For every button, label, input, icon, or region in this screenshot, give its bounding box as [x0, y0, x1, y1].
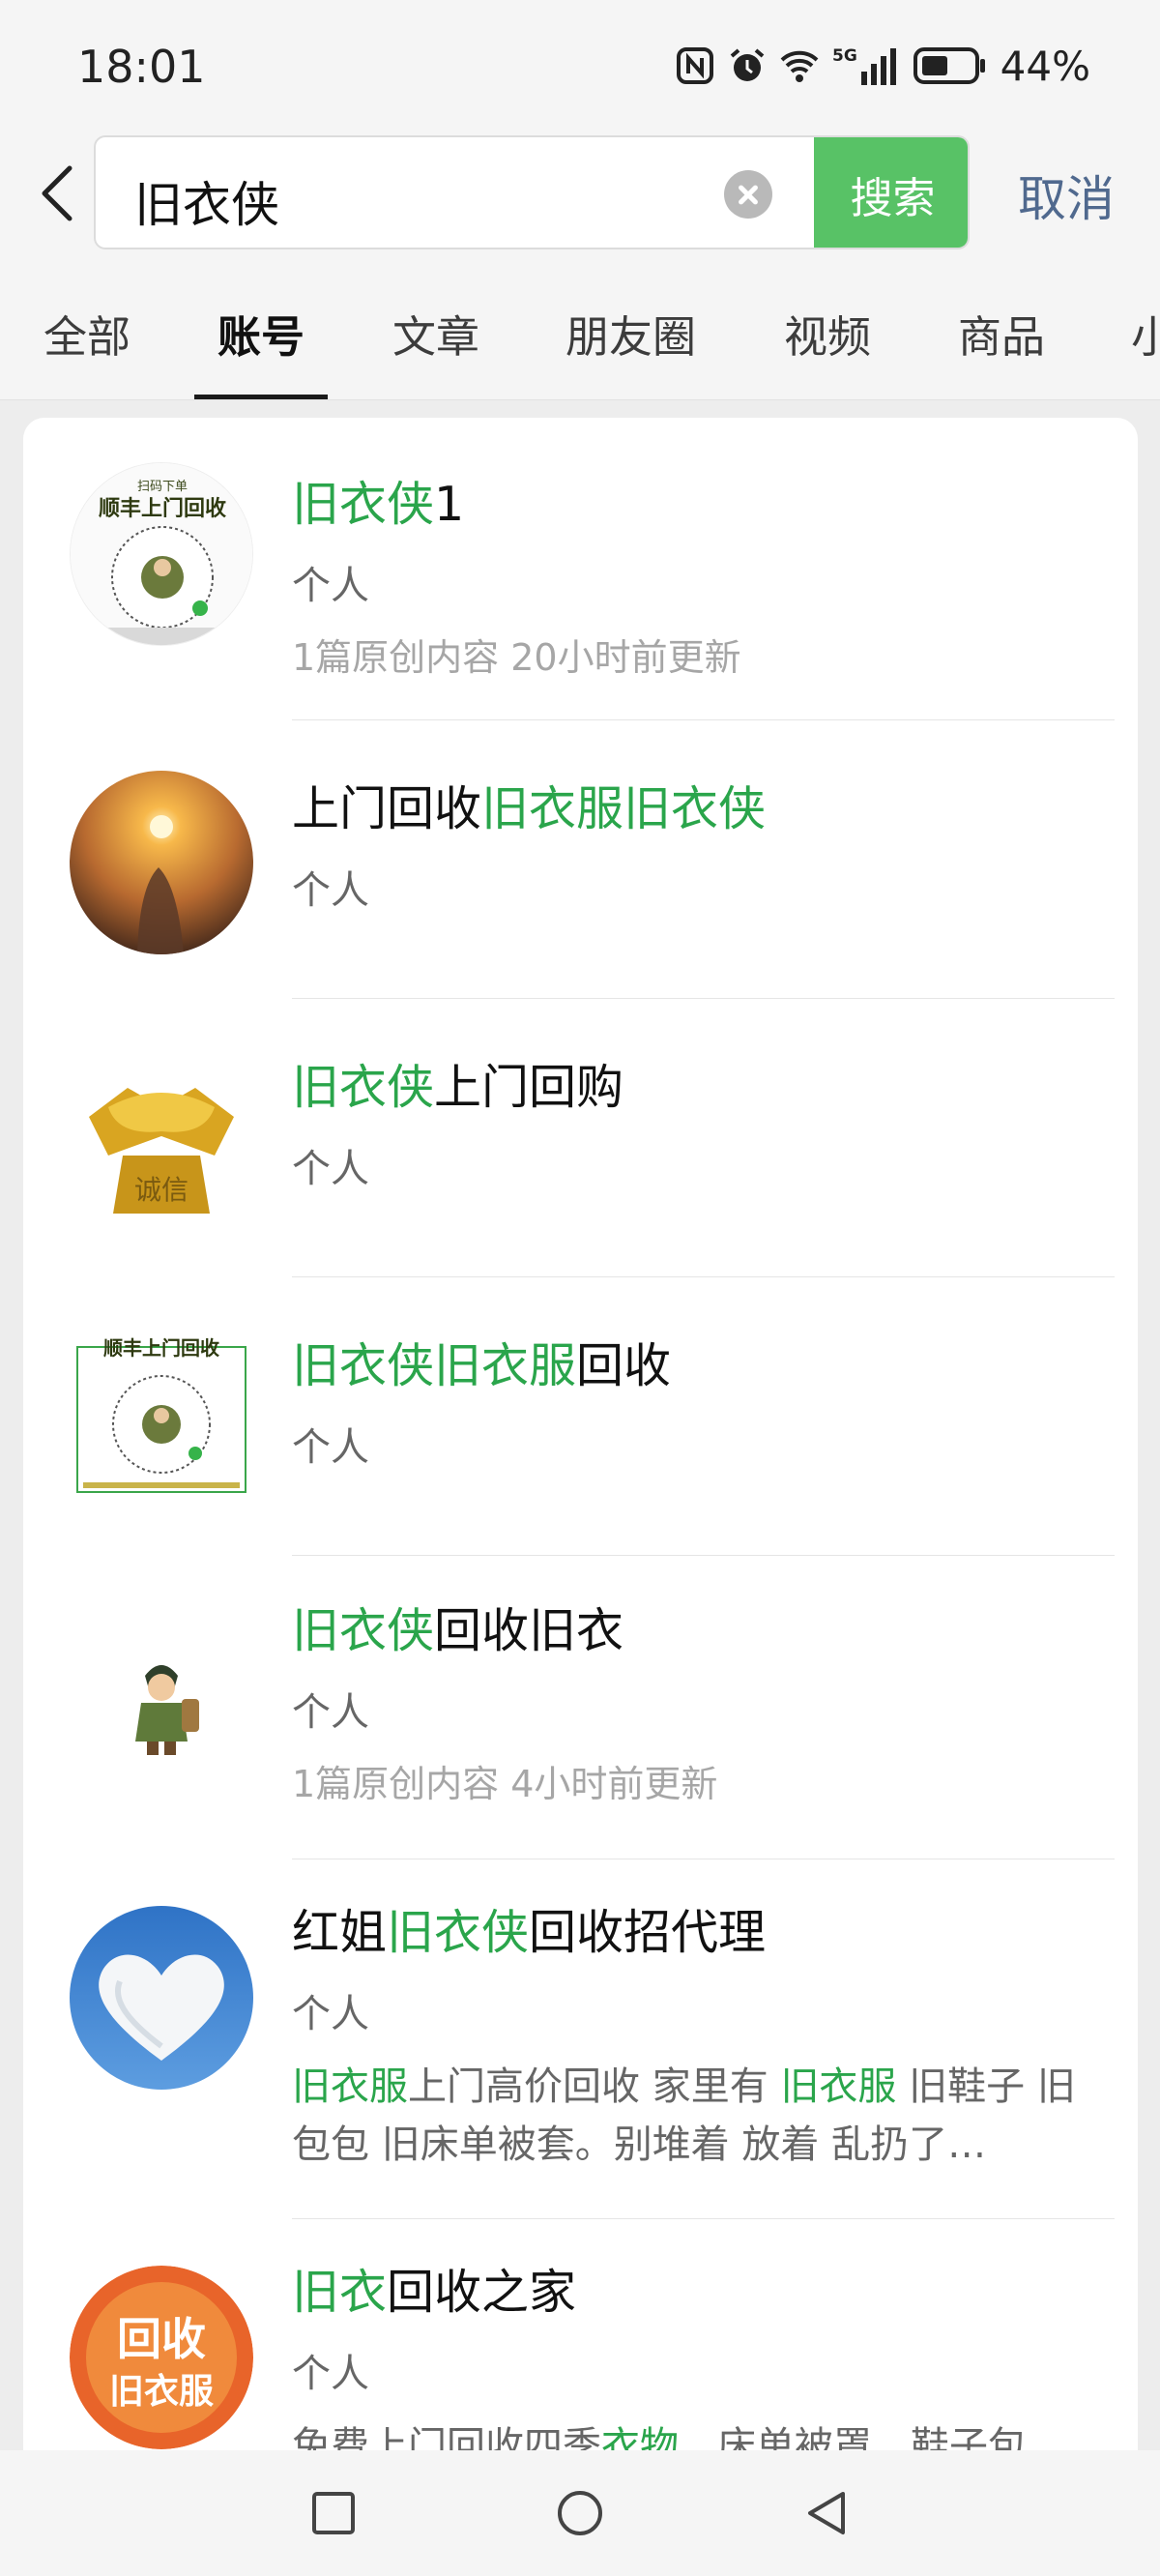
- search-bar: 旧衣侠 搜索 取消: [0, 135, 1160, 251]
- qr-code-avatar-icon: 扫码下单 顺丰上门回收: [70, 462, 253, 646]
- list-item[interactable]: 扫码下单 顺丰上门回收 旧衣侠1 个人 1篇原创内容 20小时前更新: [23, 418, 1138, 717]
- list-item[interactable]: 红姐旧衣侠回收招代理 个人 旧衣服上门高价回收 家里有 旧衣服 旧鞋子 旧包包 …: [23, 1859, 1138, 2219]
- tab-mini-programs[interactable]: 小: [1131, 302, 1160, 365]
- result-description: 旧衣服上门高价回收 家里有 旧衣服 旧鞋子 旧包包 旧床单被套。别堆着 放着 乱…: [292, 2064, 1076, 2167]
- status-icons: 5G 44%: [676, 41, 1090, 91]
- nfc-icon: [676, 47, 713, 84]
- svg-text:旧衣服: 旧衣服: [109, 2372, 214, 2412]
- result-type: 个人: [292, 868, 369, 913]
- list-item[interactable]: 回收 旧衣服 旧衣回收之家 个人 免费上门回收四季衣物、床单被罩、鞋子包: [23, 2219, 1138, 2469]
- signal-5g-icon: 5G: [832, 46, 896, 85]
- qr-code-avatar-icon: 顺丰上门回收: [70, 1328, 253, 1511]
- result-text: 旧衣回收之家 个人 免费上门回收四季衣物、床单被罩、鞋子包: [292, 2254, 1099, 2475]
- svg-text:5G: 5G: [832, 46, 857, 66]
- wifi-icon: [780, 50, 819, 82]
- svg-text:顺丰上门回收: 顺丰上门回收: [103, 1336, 219, 1360]
- sunset-avatar-icon: [70, 771, 253, 954]
- svg-text:顺丰上门回收: 顺丰上门回收: [99, 496, 226, 521]
- status-time: 18:01: [77, 41, 206, 93]
- back-arrow-icon[interactable]: [33, 162, 81, 224]
- result-type: 个人: [292, 2352, 369, 2396]
- result-type: 个人: [292, 1147, 369, 1191]
- result-name: 上门回收旧衣服旧衣侠: [292, 781, 767, 836]
- cartoon-hero-avatar-icon: [70, 1606, 253, 1790]
- list-item[interactable]: 旧衣侠回收旧衣 个人 1篇原创内容 4小时前更新: [23, 1556, 1138, 1858]
- tab-moments[interactable]: 朋友圈: [566, 302, 696, 365]
- tab-videos[interactable]: 视频: [784, 302, 871, 365]
- search-input[interactable]: 旧衣侠 搜索: [94, 135, 970, 249]
- result-type: 个人: [292, 564, 369, 608]
- result-name: 旧衣侠1: [292, 477, 465, 532]
- battery-percent: 44%: [1000, 42, 1090, 90]
- result-text: 旧衣侠上门回购 个人: [292, 1049, 1099, 1193]
- svg-text:回收: 回收: [117, 2313, 206, 2365]
- result-type: 个人: [292, 1425, 369, 1470]
- search-button[interactable]: 搜索: [814, 137, 968, 248]
- recent-apps-icon[interactable]: [309, 2489, 358, 2537]
- result-name: 旧衣回收之家: [292, 2265, 577, 2320]
- clear-icon[interactable]: [724, 170, 772, 219]
- result-name: 旧衣侠上门回购: [292, 1060, 624, 1115]
- result-text: 旧衣侠1 个人 1篇原创内容 20小时前更新: [292, 466, 1099, 681]
- cloud-heart-avatar-icon: [70, 1906, 253, 2090]
- result-text: 旧衣侠回收旧衣 个人 1篇原创内容 4小时前更新: [292, 1593, 1099, 1807]
- gold-handshake-avatar-icon: 诚信: [70, 1049, 253, 1233]
- svg-text:扫码下单: 扫码下单: [137, 480, 188, 494]
- result-name: 旧衣侠旧衣服回收: [292, 1338, 672, 1393]
- back-nav-icon[interactable]: [802, 2489, 851, 2537]
- results-list: 扫码下单 顺丰上门回收 旧衣侠1 个人 1篇原创内容 20小时前更新 上门回收旧…: [23, 418, 1138, 2576]
- cancel-button[interactable]: 取消: [1018, 161, 1115, 230]
- result-type: 个人: [292, 1690, 369, 1735]
- result-text: 上门回收旧衣服旧衣侠 个人: [292, 771, 1099, 915]
- tab-accounts[interactable]: 账号: [218, 302, 304, 365]
- tab-all[interactable]: 全部: [44, 302, 130, 365]
- result-text: 红姐旧衣侠回收招代理 个人 旧衣服上门高价回收 家里有 旧衣服 旧鞋子 旧包包 …: [292, 1894, 1099, 2174]
- category-tabs: 全部 账号 文章 朋友圈 视频 商品 小: [0, 251, 1160, 400]
- search-query-text: 旧衣侠: [134, 177, 279, 233]
- result-meta: 1篇原创内容 20小时前更新: [292, 636, 741, 679]
- tab-products[interactable]: 商品: [958, 302, 1045, 365]
- list-item[interactable]: 上门回收旧衣服旧衣侠 个人: [23, 720, 1138, 999]
- list-item[interactable]: 顺丰上门回收 旧衣侠旧衣服回收 个人: [23, 1277, 1138, 1556]
- result-name: 旧衣侠回收旧衣: [292, 1603, 624, 1658]
- alarm-icon: [730, 48, 764, 81]
- result-name: 红姐旧衣侠回收招代理: [292, 1905, 767, 1960]
- battery-icon: [913, 47, 985, 84]
- list-item[interactable]: 诚信 旧衣侠上门回购 个人: [23, 999, 1138, 1277]
- home-icon[interactable]: [556, 2489, 604, 2537]
- tab-articles[interactable]: 文章: [392, 302, 479, 365]
- result-text: 旧衣侠旧衣服回收 个人: [292, 1328, 1099, 1472]
- system-nav-bar: [0, 2450, 1160, 2576]
- active-tab-indicator: [194, 395, 328, 399]
- svg-text:诚信: 诚信: [134, 1174, 188, 1206]
- status-bar: 18:01 5G 44%: [0, 0, 1160, 135]
- result-type: 个人: [292, 1992, 369, 2036]
- result-meta: 1篇原创内容 4小时前更新: [292, 1763, 718, 1805]
- recycle-clothes-badge-avatar-icon: 回收 旧衣服: [70, 2266, 253, 2449]
